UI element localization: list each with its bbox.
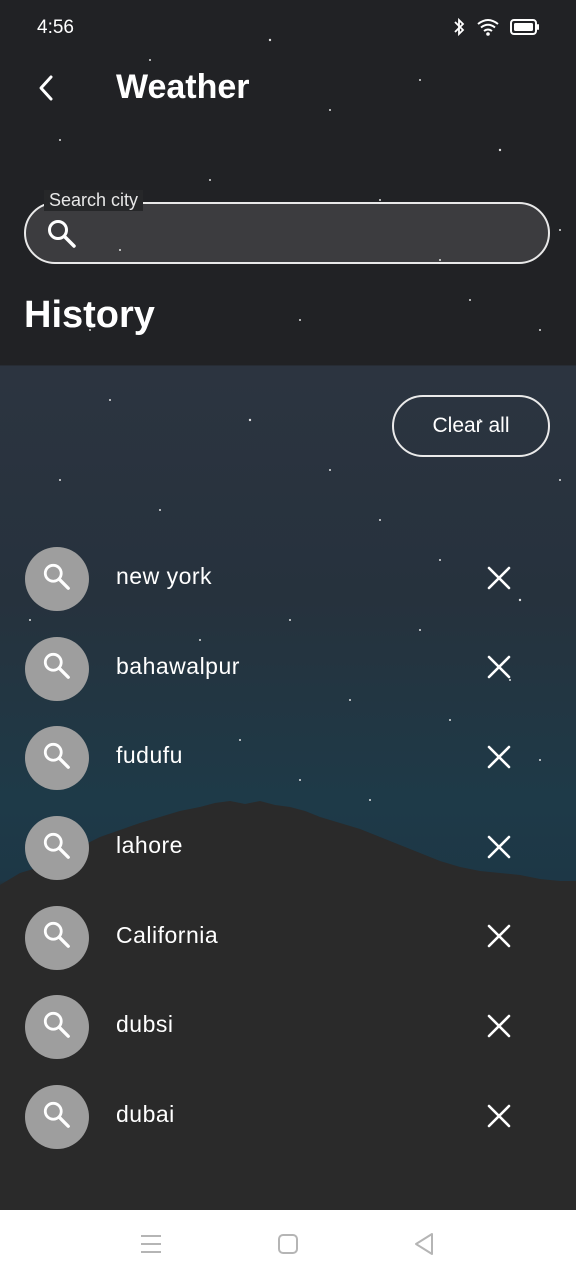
close-icon (486, 744, 512, 775)
history-list: new york bahawalpur fudufu lahore Califo… (0, 547, 576, 1175)
list-item[interactable]: dubsi (0, 995, 576, 1085)
history-title: History (24, 294, 155, 336)
list-item[interactable]: new york (0, 547, 576, 637)
search-icon (42, 1100, 72, 1135)
remove-button[interactable] (480, 830, 518, 868)
status-icons (452, 17, 540, 42)
chevron-left-icon (36, 74, 56, 107)
list-item-label: dubsi (116, 1011, 174, 1038)
status-time: 4:56 (37, 17, 74, 38)
close-icon (486, 923, 512, 954)
close-icon (486, 565, 512, 596)
list-item-label: dubai (116, 1101, 175, 1128)
avatar (25, 816, 89, 881)
search-icon (42, 1010, 72, 1045)
list-item[interactable]: bahawalpur (0, 636, 576, 727)
clear-all-button[interactable]: Clear all (392, 395, 550, 457)
menu-icon (139, 1233, 163, 1260)
search-icon (42, 831, 72, 866)
bluetooth-icon (452, 17, 466, 42)
list-item[interactable]: fudufu (0, 726, 576, 816)
system-nav-bar (0, 1210, 576, 1280)
avatar (25, 547, 89, 611)
status-bar: 4:56 (0, 0, 576, 56)
avatar (25, 995, 89, 1060)
close-icon (486, 1103, 512, 1134)
list-item[interactable]: California (0, 905, 576, 996)
list-item[interactable]: dubai (0, 1085, 576, 1175)
search-icon (42, 651, 72, 686)
search-icon (46, 218, 78, 255)
search-icon (42, 562, 72, 597)
wifi-icon (476, 17, 500, 42)
close-icon (486, 1013, 512, 1044)
remove-button[interactable] (480, 740, 518, 778)
remove-button[interactable] (480, 1099, 518, 1137)
remove-button[interactable] (480, 1009, 518, 1047)
back-triangle-icon (412, 1231, 436, 1262)
avatar (25, 905, 89, 970)
close-icon (486, 654, 512, 685)
home-square-icon (276, 1232, 300, 1261)
remove-button[interactable] (480, 561, 518, 599)
search-label: Search city (44, 190, 144, 211)
list-item-label: new york (116, 563, 213, 589)
search-icon (42, 920, 72, 955)
system-back-button[interactable] (410, 1232, 438, 1260)
battery-icon (510, 18, 540, 41)
search-field[interactable]: Search city (24, 190, 550, 264)
list-item-label: California (116, 921, 219, 948)
back-button[interactable] (28, 70, 64, 110)
search-icon (42, 741, 72, 776)
avatar (25, 726, 89, 791)
avatar (25, 1085, 89, 1150)
list-item-label: bahawalpur (116, 652, 240, 679)
remove-button[interactable] (480, 651, 518, 689)
home-button[interactable] (274, 1232, 302, 1260)
page-title: Weather (116, 68, 250, 106)
search-input[interactable] (92, 214, 536, 256)
close-icon (486, 834, 512, 865)
remove-button[interactable] (480, 920, 518, 958)
avatar (25, 636, 89, 701)
recents-button[interactable] (137, 1232, 165, 1260)
list-item[interactable]: lahore (0, 816, 576, 906)
list-item-label: lahore (116, 832, 183, 859)
list-item-label: fudufu (116, 742, 183, 769)
